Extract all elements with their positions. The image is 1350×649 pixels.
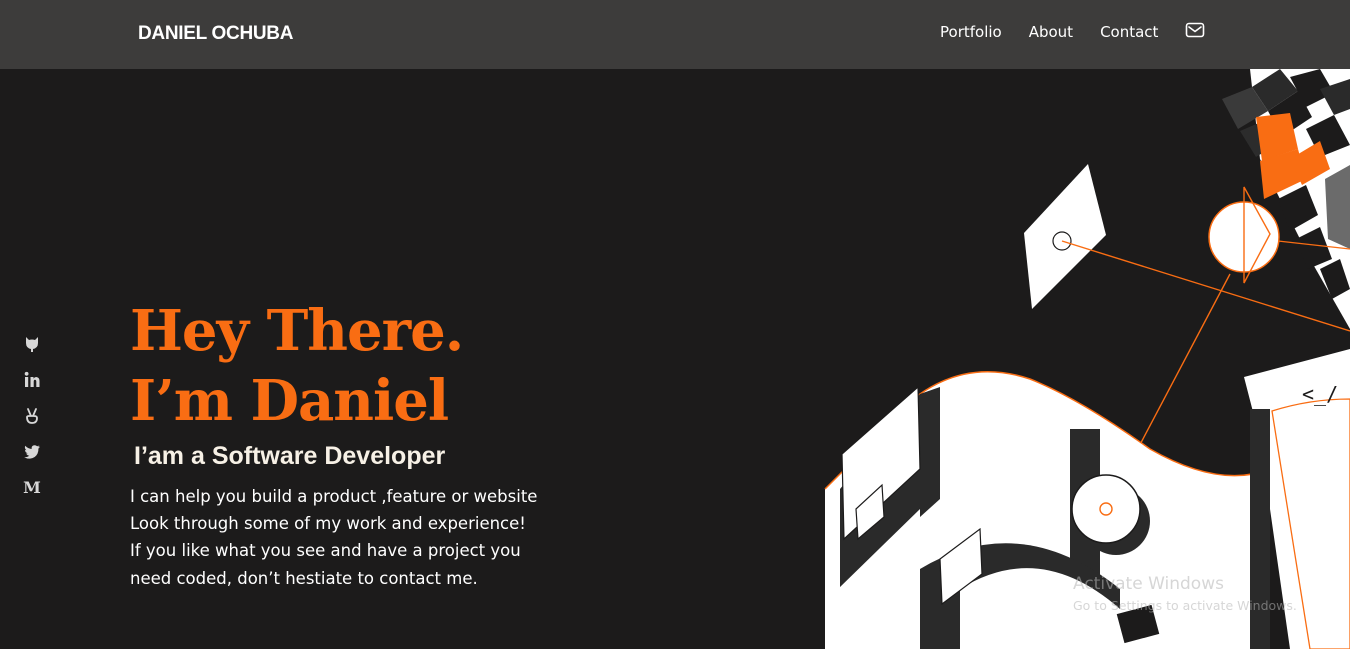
- brand-logo[interactable]: DANIEL OCHUBA: [138, 23, 293, 45]
- checker-pattern: [1222, 69, 1350, 329]
- svg-text:<_/: <_/: [1302, 382, 1338, 406]
- angellist-icon[interactable]: [22, 406, 42, 426]
- hero-illustration: <_/: [820, 69, 1350, 649]
- hero-title: Hey There. I’m Daniel: [130, 296, 464, 436]
- hero-description: I can help you build a product ,feature …: [130, 487, 538, 588]
- mail-icon[interactable]: [1185, 22, 1205, 38]
- hero-title-line1: Hey There.: [130, 298, 464, 364]
- nav-links: Portfolio About Contact: [940, 22, 1205, 42]
- linkedin-icon[interactable]: [22, 370, 42, 390]
- nav-portfolio[interactable]: Portfolio: [940, 22, 1002, 42]
- hero-title-line2: I’m Daniel: [130, 368, 449, 434]
- watermark-title: Activate Windows: [1073, 574, 1224, 594]
- nav-contact[interactable]: Contact: [1100, 22, 1158, 42]
- nav-about[interactable]: About: [1029, 22, 1073, 42]
- watermark-subtitle: Go to Settings to activate Windows.: [1073, 598, 1297, 613]
- navbar: DANIEL OCHUBA Portfolio About Contact: [0, 0, 1350, 69]
- hero-subtitle: I’am a Software Developer: [134, 442, 446, 470]
- windows-activation-watermark: Activate Windows Go to Settings to activ…: [1073, 573, 1297, 615]
- github-icon[interactable]: [22, 334, 42, 354]
- twitter-icon[interactable]: [22, 442, 42, 462]
- medium-icon[interactable]: M: [22, 478, 42, 498]
- social-links: M: [22, 334, 42, 514]
